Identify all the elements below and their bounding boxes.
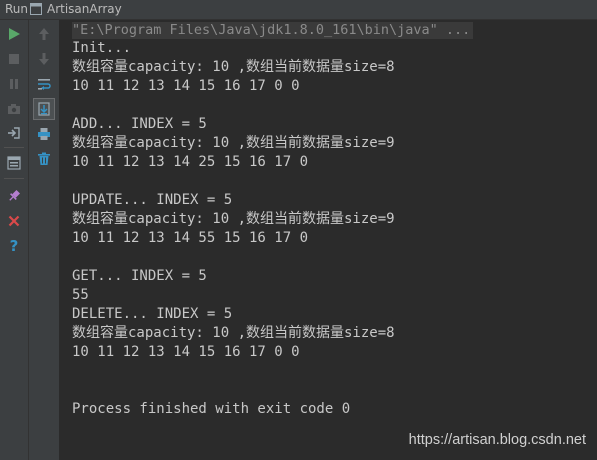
run-titlebar: Run ArtisanArray — [0, 0, 597, 20]
login-icon[interactable] — [4, 123, 24, 143]
run-tab-artisanarray[interactable]: ArtisanArray — [47, 2, 122, 16]
console-line: 数组容量capacity: 10 ,数组当前数据量size=8 — [72, 325, 395, 341]
print-icon[interactable] — [34, 124, 54, 144]
console-line: GET... INDEX = 5 — [72, 268, 207, 284]
console-line: ADD... INDEX = 5 — [72, 116, 207, 132]
console-line: 数组容量capacity: 10 ,数组当前数据量size=9 — [72, 211, 395, 227]
soft-wrap-icon[interactable] — [34, 74, 54, 94]
console-toolbar — [29, 20, 60, 460]
close-icon[interactable] — [4, 211, 24, 231]
pin-icon[interactable] — [4, 186, 24, 206]
run-icon[interactable] — [4, 24, 24, 44]
toolbar-divider — [4, 147, 24, 148]
console-line: 10 11 12 13 14 55 15 16 17 0 — [72, 230, 309, 246]
app-window-icon — [30, 3, 42, 15]
console-line: DELETE... INDEX = 5 — [72, 306, 233, 322]
console-line: Init... — [72, 40, 132, 56]
console-output[interactable]: "E:\Program Files\Java\jdk1.8.0_161\bin\… — [60, 20, 597, 460]
camera-icon[interactable] — [4, 99, 24, 119]
toolbar-divider — [4, 178, 24, 179]
arrow-up-icon[interactable] — [34, 24, 54, 44]
watermark: https://artisan.blog.csdn.net — [408, 432, 586, 448]
run-label: Run — [5, 2, 29, 16]
console-line: UPDATE... INDEX = 5 — [72, 192, 233, 208]
console-line: 10 11 12 13 14 25 15 16 17 0 — [72, 154, 309, 170]
console-line: 数组容量capacity: 10 ,数组当前数据量size=9 — [72, 135, 395, 151]
scroll-to-end-icon[interactable] — [33, 98, 55, 120]
stop-icon[interactable] — [4, 49, 24, 69]
trash-icon[interactable] — [34, 149, 54, 169]
console-line: Process finished with exit code 0 — [72, 401, 351, 417]
pause-icon[interactable] — [4, 74, 24, 94]
command-line[interactable]: "E:\Program Files\Java\jdk1.8.0_161\bin\… — [72, 22, 474, 39]
console-line: 55 — [72, 287, 89, 303]
layout-icon[interactable] — [4, 153, 24, 173]
help-icon[interactable]: ? — [4, 236, 24, 256]
left-toolbar: ? — [0, 20, 29, 460]
console-line: 10 11 12 13 14 15 16 17 0 0 — [72, 344, 300, 360]
console-line: 10 11 12 13 14 15 16 17 0 0 — [72, 78, 300, 94]
console-line: 数组容量capacity: 10 ,数组当前数据量size=8 — [72, 59, 395, 75]
arrow-down-icon[interactable] — [34, 49, 54, 69]
